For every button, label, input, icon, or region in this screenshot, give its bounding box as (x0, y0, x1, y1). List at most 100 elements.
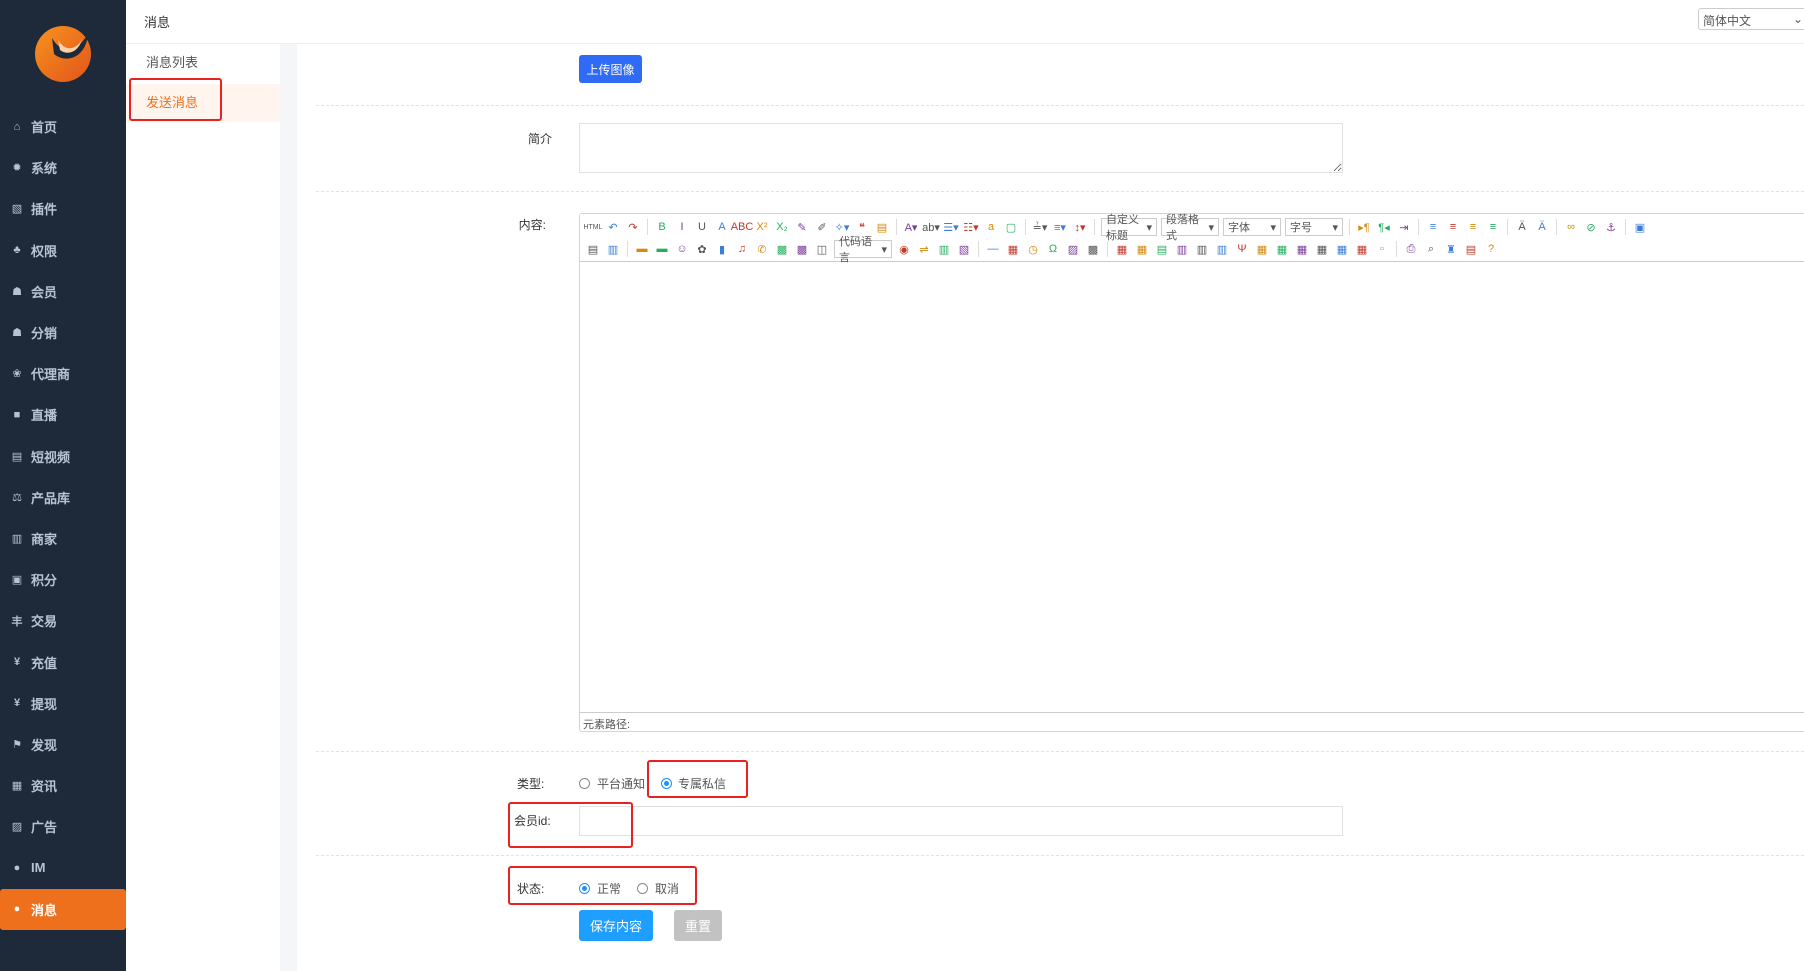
type-radio-private[interactable] (661, 778, 672, 789)
toolbar-button-icon[interactable]: ☷▾ (963, 219, 979, 235)
toolbar-button-icon[interactable]: ▥ (936, 241, 952, 257)
toolbar-select-paragraph[interactable]: 段落格式 ▾ (1161, 214, 1219, 242)
toolbar-button-icon[interactable]: ⚓ (1603, 219, 1619, 235)
toolbar-button-icon[interactable]: ¶◂ (1376, 219, 1392, 235)
toolbar-button-icon[interactable]: ☺ (674, 241, 690, 257)
status-radio-normal[interactable] (579, 883, 590, 894)
toolbar-button-icon[interactable]: ▸¶ (1356, 219, 1372, 235)
sidebar-item[interactable]: ⌂ 首页 (0, 106, 126, 147)
toolbar-button-icon[interactable]: ▩ (794, 241, 810, 257)
submenu-item-send-message[interactable]: 发送消息 (126, 84, 280, 122)
toolbar-button-icon[interactable]: ✎ (794, 219, 810, 235)
toolbar-button-icon[interactable]: a (983, 219, 999, 235)
toolbar-button-icon[interactable]: ▬ (654, 241, 670, 257)
sidebar-item[interactable]: ▤ 短视频 (0, 436, 126, 477)
toolbar-button-icon[interactable]: ≡ (1445, 219, 1461, 235)
toolbar-button-icon[interactable]: ⌕ (1423, 241, 1439, 257)
toolbar-button-icon[interactable]: ▦ (1114, 241, 1130, 257)
toolbar-button-icon[interactable]: ▦ (1005, 241, 1021, 257)
toolbar-button-icon[interactable]: ≡ (1465, 219, 1481, 235)
toolbar-button-icon[interactable]: B (654, 219, 670, 235)
sidebar-item[interactable]: ▨ 广告 (0, 806, 126, 847)
toolbar-select-size[interactable]: 字号 ▾ (1285, 218, 1343, 236)
toolbar-button-icon[interactable]: ▦ (1254, 241, 1270, 257)
type-radio-platform[interactable] (579, 778, 590, 789)
sidebar-item[interactable]: ▦ 资讯 (0, 765, 126, 806)
toolbar-button-icon[interactable]: ▮ (714, 241, 730, 257)
toolbar-button-icon[interactable]: ↷ (625, 219, 641, 235)
toolbar-button-icon[interactable]: ? (1483, 241, 1499, 257)
submenu-item-message-list[interactable]: 消息列表 (126, 44, 280, 82)
toolbar-button-icon[interactable]: ∞ (1563, 219, 1579, 235)
toolbar-button-icon[interactable]: ▤ (1154, 241, 1170, 257)
toolbar-button-icon[interactable]: Ω (1045, 241, 1061, 257)
toolbar-button-icon[interactable]: A (714, 219, 730, 235)
sidebar-item[interactable]: ⚑ 发现 (0, 724, 126, 765)
toolbar-button-icon[interactable]: Ä (1514, 219, 1530, 235)
sidebar-item[interactable]: ■ 直播 (0, 394, 126, 435)
toolbar-button-icon[interactable]: ↕▾ (1072, 219, 1088, 235)
sidebar-item[interactable]: ▣ 积分 (0, 559, 126, 600)
sidebar-item[interactable]: ☗ 会员 (0, 271, 126, 312)
toolbar-button-icon[interactable]: ▦ (1314, 241, 1330, 257)
toolbar-button-icon[interactable]: ≟▾ (1032, 219, 1048, 235)
toolbar-button-icon[interactable]: HTML (583, 219, 602, 235)
toolbar-button-icon[interactable]: ▦ (1354, 241, 1370, 257)
toolbar-button-icon[interactable]: ◷ (1025, 241, 1041, 257)
toolbar-button-icon[interactable]: ◉ (896, 241, 912, 257)
toolbar-button-icon[interactable]: ▦ (1294, 241, 1310, 257)
toolbar-button-icon[interactable]: ▥ (605, 241, 621, 257)
toolbar-select-custom-heading[interactable]: 自定义标题 ▾ (1101, 214, 1157, 242)
sidebar-item[interactable]: 丰交易 (0, 600, 126, 641)
toolbar-button-icon[interactable]: ▩ (774, 241, 790, 257)
toolbar-button-icon[interactable]: ⊘ (1583, 219, 1599, 235)
toolbar-button-icon[interactable]: ▦ (1134, 241, 1150, 257)
toolbar-button-icon[interactable]: ◫ (814, 241, 830, 257)
toolbar-select-font[interactable]: 字体 ▾ (1223, 218, 1281, 236)
save-button[interactable]: 保存内容 (579, 910, 653, 941)
toolbar-button-icon[interactable]: ▦ (1334, 241, 1350, 257)
toolbar-button-icon[interactable]: ♫ (734, 241, 750, 257)
toolbar-button-icon[interactable]: ▥ (1194, 241, 1210, 257)
toolbar-button-icon[interactable]: ⎙ (1403, 241, 1419, 257)
sidebar-item[interactable]: ♣ 权限 (0, 230, 126, 271)
status-radio-cancel[interactable] (637, 883, 648, 894)
toolbar-select-code[interactable]: 代码语言 ▾ (834, 236, 892, 264)
toolbar-button-icon[interactable]: ≡▾ (1052, 219, 1068, 235)
language-select[interactable]: 简体中文 ⌄ (1698, 8, 1804, 30)
toolbar-button-icon[interactable]: ♜ (1443, 241, 1459, 257)
sidebar-item[interactable]: ❀ 代理商 (0, 353, 126, 394)
toolbar-button-icon[interactable]: ↶ (605, 219, 621, 235)
toolbar-button-icon[interactable]: ABC (731, 219, 754, 235)
toolbar-button-icon[interactable]: ▨ (1065, 241, 1081, 257)
toolbar-button-icon[interactable]: ⇌ (916, 241, 932, 257)
sidebar-item[interactable]: ¥ 充值 (0, 641, 126, 682)
reset-button[interactable]: 重置 (674, 910, 722, 941)
editor-body[interactable] (580, 262, 1804, 712)
toolbar-button-icon[interactable]: ▥ (1174, 241, 1190, 257)
sidebar-item[interactable]: ▥ 商家 (0, 518, 126, 559)
toolbar-button-icon[interactable]: ▤ (1463, 241, 1479, 257)
toolbar-button-icon[interactable]: ▥ (1214, 241, 1230, 257)
sidebar-item[interactable]: ▧ 插件 (0, 188, 126, 229)
sidebar-item[interactable]: ✹ 系统 (0, 147, 126, 188)
toolbar-button-icon[interactable]: ▦ (1274, 241, 1290, 257)
sidebar-item[interactable]: ● 消息 (0, 888, 126, 930)
toolbar-button-icon[interactable]: X² (754, 219, 770, 235)
toolbar-button-icon[interactable]: — (985, 241, 1001, 257)
intro-textarea[interactable] (579, 123, 1343, 173)
toolbar-button-icon[interactable]: ☰▾ (943, 219, 959, 235)
toolbar-button-icon[interactable]: ▧ (956, 241, 972, 257)
toolbar-button-icon[interactable]: ≡ (1485, 219, 1501, 235)
sidebar-item[interactable]: ⚖ 产品库 (0, 477, 126, 518)
toolbar-button-icon[interactable]: ▫ (1374, 241, 1390, 257)
toolbar-button-icon[interactable]: ✐ (814, 219, 830, 235)
sidebar-item[interactable]: ¥ 提现 (0, 683, 126, 724)
toolbar-button-icon[interactable]: ✿ (694, 241, 710, 257)
sidebar-item[interactable]: ☗ 分销 (0, 312, 126, 353)
toolbar-button-icon[interactable]: ▢ (1003, 219, 1019, 235)
toolbar-button-icon[interactable]: ✆ (754, 241, 770, 257)
toolbar-button-icon[interactable]: Ä (1534, 219, 1550, 235)
toolbar-button-icon[interactable]: Ψ (1234, 241, 1250, 257)
toolbar-button-icon[interactable]: X₂ (774, 219, 790, 235)
